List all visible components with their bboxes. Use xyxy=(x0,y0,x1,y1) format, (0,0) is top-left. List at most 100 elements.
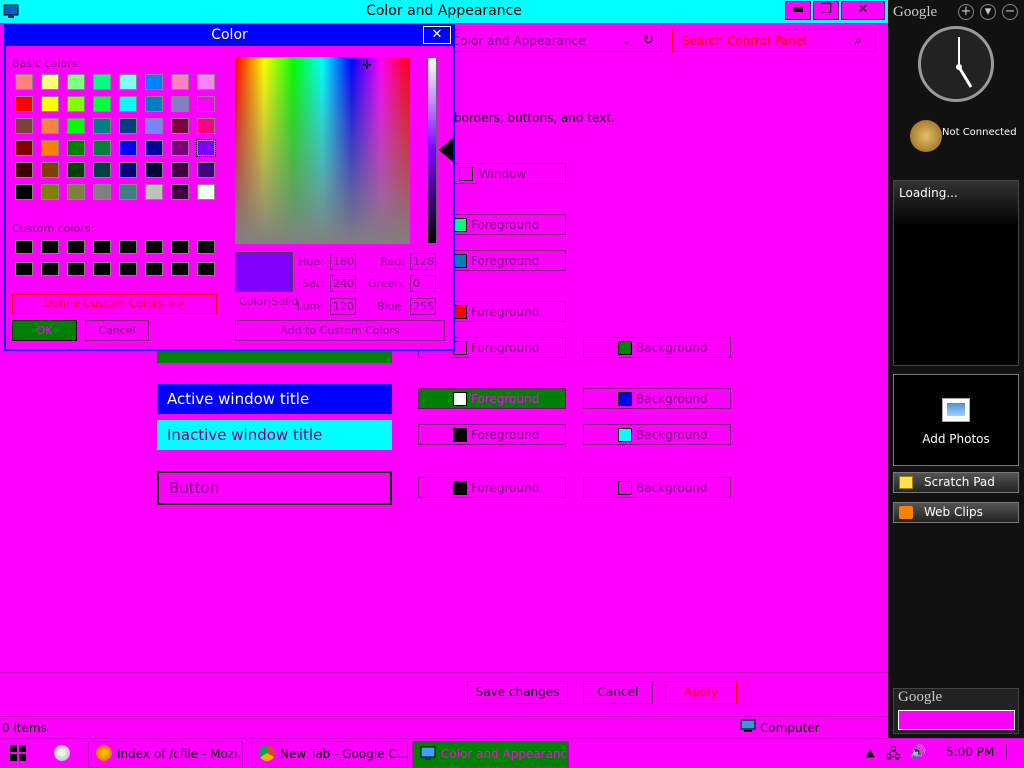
basic-color-swatch[interactable] xyxy=(197,162,215,178)
orb-icon[interactable] xyxy=(54,745,70,761)
apply-button[interactable]: Apply xyxy=(665,681,737,704)
custom-color-swatch[interactable] xyxy=(197,262,215,276)
basic-color-swatch[interactable] xyxy=(171,96,189,112)
basic-color-swatch[interactable] xyxy=(119,74,137,90)
basic-color-swatch[interactable] xyxy=(93,184,111,200)
basic-color-swatch[interactable] xyxy=(145,140,163,156)
basic-color-swatch[interactable] xyxy=(119,162,137,178)
cancel-button[interactable]: Cancel xyxy=(583,681,653,704)
add-gadget-icon[interactable]: + xyxy=(958,4,974,20)
custom-color-swatch[interactable] xyxy=(119,240,137,254)
chevron-down-icon[interactable]: ⌄ xyxy=(622,34,631,47)
define-custom-colors-button[interactable]: Define Custom Colors >> xyxy=(12,294,217,314)
basic-color-swatch[interactable] xyxy=(15,184,33,200)
minimize-sidebar-icon[interactable]: − xyxy=(1002,4,1018,20)
basic-color-swatch[interactable] xyxy=(15,162,33,178)
basic-color-swatch[interactable] xyxy=(15,74,33,90)
green-field[interactable]: 0 xyxy=(410,275,436,292)
basic-color-swatch[interactable] xyxy=(145,96,163,112)
basic-color-swatch[interactable] xyxy=(197,74,215,90)
basic-color-swatch[interactable] xyxy=(171,140,189,156)
custom-color-swatch[interactable] xyxy=(197,240,215,254)
ok-button[interactable]: OK xyxy=(12,320,77,341)
custom-color-swatch[interactable] xyxy=(67,240,85,254)
red-field[interactable]: 128 xyxy=(410,253,436,270)
sat-field[interactable]: 240 xyxy=(330,275,356,292)
basic-color-swatch[interactable] xyxy=(119,184,137,200)
show-desktop-button[interactable] xyxy=(1006,744,1020,760)
basic-color-swatch[interactable] xyxy=(41,140,59,156)
color-spectrum[interactable] xyxy=(235,57,410,244)
basic-color-swatch[interactable] xyxy=(41,184,59,200)
add-photos-label[interactable]: Add Photos xyxy=(893,432,1019,446)
taskbar-clock[interactable]: 5:00 PM xyxy=(946,745,994,759)
basic-color-swatch[interactable] xyxy=(93,140,111,156)
windows-start-icon[interactable] xyxy=(10,745,26,761)
custom-color-swatch[interactable] xyxy=(41,240,59,254)
refresh-icon[interactable]: ↻ xyxy=(643,33,654,48)
active-background-button[interactable]: Background xyxy=(583,388,731,409)
selected-background-button[interactable]: Background xyxy=(583,337,731,358)
basic-color-swatch[interactable] xyxy=(41,162,59,178)
crosshair-icon[interactable]: ✛ xyxy=(362,58,372,72)
basic-color-swatch[interactable] xyxy=(15,140,33,156)
close-button[interactable]: ✕ xyxy=(841,1,885,20)
basic-color-swatch[interactable] xyxy=(119,118,137,134)
basic-color-swatch[interactable] xyxy=(171,74,189,90)
basic-color-swatch[interactable] xyxy=(145,184,163,200)
menu-down-icon[interactable]: ▾ xyxy=(980,4,996,20)
inactive-foreground-button[interactable]: Foreground xyxy=(418,424,566,445)
lum-field[interactable]: 120 xyxy=(330,298,356,315)
slider-arrow-icon[interactable] xyxy=(439,138,453,162)
basic-color-swatch[interactable] xyxy=(67,184,85,200)
custom-color-swatch[interactable] xyxy=(15,240,33,254)
basic-color-swatch[interactable] xyxy=(171,162,189,178)
search-icon[interactable]: ⌕ xyxy=(855,33,862,48)
basic-color-swatch[interactable] xyxy=(67,162,85,178)
basic-color-swatch[interactable] xyxy=(41,118,59,134)
inactive-background-button[interactable]: Background xyxy=(583,424,731,445)
dialog-close-button[interactable]: ✕ xyxy=(423,26,451,44)
basic-color-swatch[interactable] xyxy=(67,118,85,134)
volume-icon[interactable]: 🔊 xyxy=(910,745,926,760)
add-to-custom-colors-button[interactable]: Add to Custom Colors xyxy=(235,320,445,341)
basic-color-swatch[interactable] xyxy=(171,118,189,134)
custom-color-swatch[interactable] xyxy=(145,262,163,276)
custom-color-swatch[interactable] xyxy=(15,262,33,276)
button-preview[interactable]: Button xyxy=(157,471,392,505)
luminance-slider[interactable] xyxy=(427,57,437,244)
basic-color-swatch[interactable] xyxy=(119,96,137,112)
tray-up-arrow-icon[interactable]: ▲ xyxy=(866,746,874,759)
basic-color-swatch[interactable] xyxy=(67,140,85,156)
basic-color-swatch[interactable] xyxy=(145,74,163,90)
custom-color-swatch[interactable] xyxy=(171,240,189,254)
basic-color-swatch[interactable] xyxy=(15,118,33,134)
custom-color-swatch[interactable] xyxy=(145,240,163,254)
basic-color-swatch[interactable] xyxy=(15,96,33,112)
basic-color-swatch[interactable] xyxy=(41,74,59,90)
basic-color-swatch[interactable] xyxy=(196,139,216,157)
custom-color-swatch[interactable] xyxy=(67,262,85,276)
google-search-input[interactable] xyxy=(898,710,1015,730)
clock-gadget[interactable] xyxy=(918,26,994,102)
inactive-window-title-preview[interactable]: Inactive window title xyxy=(157,420,392,450)
basic-color-swatch[interactable] xyxy=(93,118,111,134)
blue-field[interactable]: 255 xyxy=(410,298,436,315)
basic-color-swatch[interactable] xyxy=(93,74,111,90)
basic-color-swatch[interactable] xyxy=(197,96,215,112)
dialog-cancel-button[interactable]: Cancel xyxy=(85,320,149,341)
basic-color-swatch[interactable] xyxy=(67,74,85,90)
custom-color-swatch[interactable] xyxy=(93,240,111,254)
button-foreground-button[interactable]: Foreground xyxy=(418,477,566,498)
restore-button[interactable]: ❐ xyxy=(813,1,839,20)
active-foreground-button[interactable]: Foreground xyxy=(418,388,566,409)
custom-color-swatch[interactable] xyxy=(93,262,111,276)
basic-color-swatch[interactable] xyxy=(197,184,215,200)
custom-color-swatch[interactable] xyxy=(171,262,189,276)
minimize-button[interactable]: ▬ xyxy=(785,1,811,20)
active-window-title-preview[interactable]: Active window title xyxy=(157,384,392,414)
network-icon[interactable]: 🖧 xyxy=(886,745,901,767)
basic-color-swatch[interactable] xyxy=(119,140,137,156)
custom-color-swatch[interactable] xyxy=(119,262,137,276)
basic-color-swatch[interactable] xyxy=(41,96,59,112)
